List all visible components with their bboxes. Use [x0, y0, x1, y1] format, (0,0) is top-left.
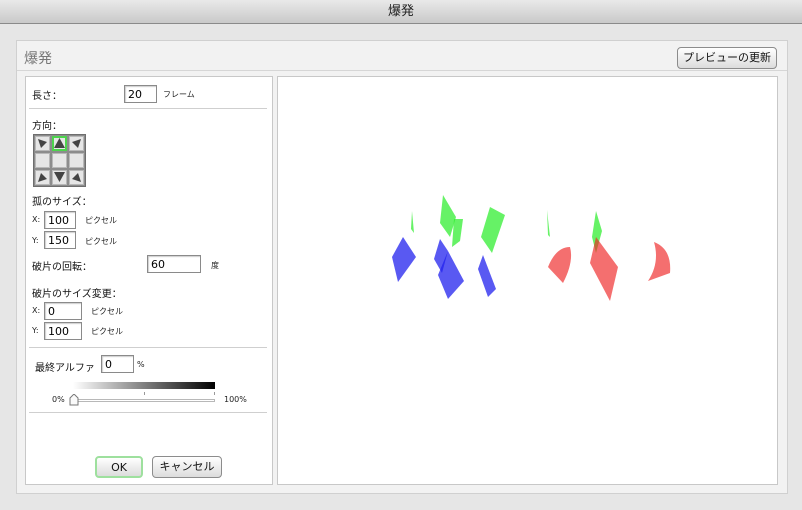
- direction-center[interactable]: [52, 153, 67, 168]
- divider: [29, 412, 267, 413]
- update-preview-button[interactable]: プレビューの更新: [677, 47, 777, 69]
- arc-x-input[interactable]: [44, 211, 76, 229]
- shard: [590, 237, 618, 301]
- slider-max-label: 100%: [224, 395, 247, 404]
- resize-label: 破片のサイズ変更：: [32, 289, 122, 300]
- direction-grid: [33, 134, 86, 187]
- direction-label: 方向：: [32, 121, 62, 132]
- alpha-slider-thumb[interactable]: [69, 394, 79, 406]
- arc-y-label: Y:: [32, 236, 39, 245]
- length-label: 長さ：: [32, 91, 62, 102]
- direction-left[interactable]: [35, 153, 50, 168]
- arc-x-unit: ピクセル: [85, 216, 117, 225]
- direction-down-left[interactable]: [35, 170, 50, 185]
- divider: [29, 347, 267, 348]
- down-arrow-icon: [54, 172, 65, 182]
- shard: [411, 211, 414, 233]
- blue-shards: [392, 237, 496, 299]
- slider-tick: [214, 392, 215, 395]
- rotation-input[interactable]: [147, 255, 201, 273]
- arc-y-unit: ピクセル: [85, 237, 117, 246]
- direction-down-right[interactable]: [69, 170, 84, 185]
- divider: [29, 108, 267, 109]
- resize-y-unit: ピクセル: [91, 327, 123, 336]
- dialog-title: 爆発: [24, 51, 52, 67]
- rotation-unit: 度: [211, 261, 219, 270]
- length-input[interactable]: [124, 85, 157, 103]
- direction-up[interactable]: [52, 136, 67, 151]
- slider-tick: [144, 392, 145, 395]
- final-alpha-unit: %: [137, 360, 145, 369]
- window-title: 爆発: [0, 0, 802, 24]
- length-unit: フレーム: [163, 90, 195, 99]
- direction-up-left[interactable]: [35, 136, 50, 151]
- slider-min-label: 0%: [52, 395, 65, 404]
- arc-size-label: 孤のサイズ：: [32, 197, 92, 208]
- shard: [392, 237, 416, 282]
- final-alpha-label: 最終アルファ: [35, 363, 95, 374]
- arc-x-label: X:: [32, 215, 41, 224]
- resize-x-label: X:: [32, 306, 41, 315]
- explosion-preview: [392, 195, 671, 301]
- direction-right[interactable]: [69, 153, 84, 168]
- shard: [478, 255, 496, 297]
- up-right-arrow-icon: [72, 139, 81, 148]
- arc-y-input[interactable]: [44, 231, 76, 249]
- up-arrow-icon: [54, 138, 65, 148]
- shard: [548, 247, 572, 283]
- ok-button[interactable]: OK: [95, 456, 143, 478]
- shard: [547, 210, 550, 237]
- up-left-arrow-icon: [38, 139, 47, 148]
- alpha-slider-track[interactable]: [73, 399, 215, 402]
- rotation-label: 破片の回転：: [32, 262, 92, 273]
- resize-x-unit: ピクセル: [91, 307, 123, 316]
- resize-x-input[interactable]: [44, 302, 82, 320]
- direction-up-right[interactable]: [69, 136, 84, 151]
- shard: [648, 242, 671, 281]
- red-shards: [548, 237, 671, 301]
- down-left-arrow-icon: [38, 173, 47, 182]
- resize-y-label: Y:: [32, 326, 39, 335]
- title-divider: [17, 70, 787, 71]
- alpha-gradient-bar: [73, 382, 215, 389]
- cancel-button[interactable]: キャンセル: [152, 456, 222, 478]
- resize-y-input[interactable]: [44, 322, 82, 340]
- down-right-arrow-icon: [72, 173, 81, 182]
- shard: [481, 207, 505, 253]
- direction-down[interactable]: [52, 170, 67, 185]
- final-alpha-input[interactable]: [101, 355, 134, 373]
